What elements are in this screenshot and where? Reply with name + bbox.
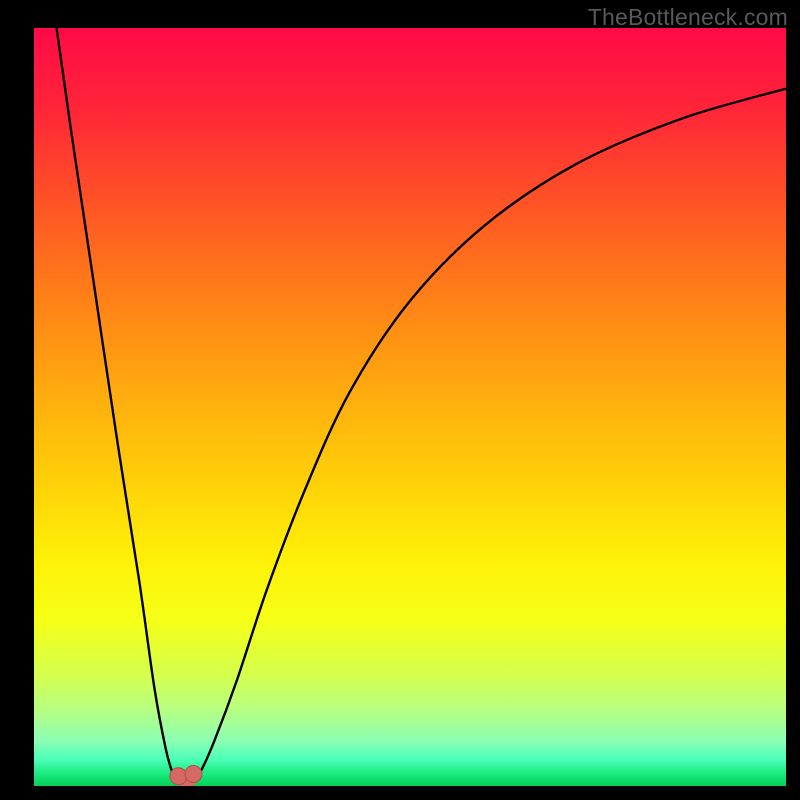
marker-left [170,768,187,785]
watermark-text: TheBottleneck.com [588,4,788,31]
gradient-background [34,28,786,786]
plot-area [34,28,786,786]
chart-svg [34,28,786,786]
marker-right [185,765,202,782]
chart-frame: TheBottleneck.com [0,0,800,800]
